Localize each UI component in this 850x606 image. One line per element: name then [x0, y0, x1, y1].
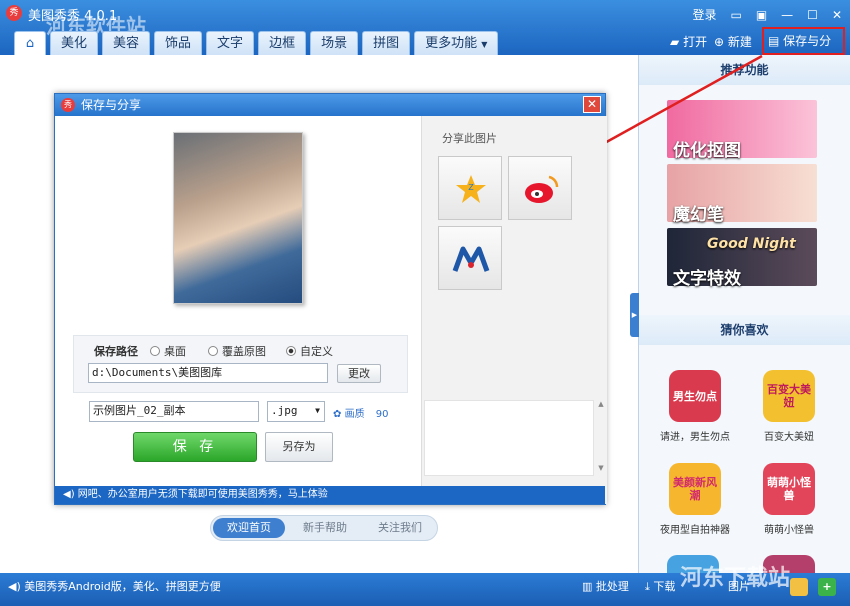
quality-label: 画质	[344, 409, 365, 420]
save-as-button[interactable]: 另存为	[265, 432, 333, 462]
scroll-down-icon: ▼	[598, 464, 604, 472]
dialog-titlebar: 秀 保存与分享 ✕	[55, 94, 605, 116]
batch-label: 批处理	[595, 580, 629, 593]
dialog-title: 保存与分享	[81, 98, 142, 112]
batch-button[interactable]: ▥ 批处理	[582, 573, 629, 601]
option-custom-label: 自定义	[300, 345, 333, 358]
chevron-down-icon: ▼	[315, 406, 320, 415]
preview-image	[173, 132, 303, 304]
save-path-label: 保存路径	[94, 345, 138, 358]
status-promo-text: 美图秀秀Android版，美化、拼图更方便	[24, 580, 221, 593]
filename-input[interactable]: 示例图片_02_副本	[89, 401, 259, 422]
radio-icon	[208, 346, 218, 356]
option-overwrite[interactable]: 覆盖原图	[208, 343, 266, 359]
status-promo[interactable]: ◀) 美图秀秀Android版，美化、拼图更方便	[8, 573, 221, 601]
nav-welcome[interactable]: 欢迎首页	[213, 518, 285, 538]
dialog-close-button[interactable]: ✕	[583, 96, 601, 113]
share-scrollbar[interactable]: ▲ ▼	[596, 400, 606, 476]
share-title: 分享此图片	[442, 132, 497, 145]
nav-follow[interactable]: 关注我们	[365, 518, 435, 538]
share-qzone-button[interactable]: Z	[438, 156, 502, 220]
option-custom[interactable]: 自定义	[286, 343, 333, 359]
save-path-group: 保存路径 桌面 覆盖原图 自定义 d:\Documents\美图图库 更改	[73, 335, 408, 393]
option-desktop[interactable]: 桌面	[150, 343, 186, 359]
svg-text:Z: Z	[468, 183, 474, 192]
share-app-icon[interactable]	[790, 578, 808, 596]
bottom-nav: 欢迎首页 新手帮助 关注我们	[210, 515, 438, 541]
watermark-bottom: 河东下载站	[680, 566, 791, 591]
quality-setting[interactable]: ✿ 画质 90	[333, 405, 389, 420]
renren-icon	[452, 246, 490, 272]
nav-help[interactable]: 新手帮助	[291, 518, 359, 538]
add-app-icon[interactable]: +	[818, 578, 836, 596]
speaker-icon: ◀)	[8, 580, 21, 593]
download-label: 下载	[653, 580, 676, 593]
radio-selected-icon	[286, 346, 296, 356]
scroll-up-icon: ▲	[598, 400, 604, 408]
save-button[interactable]: 保 存	[133, 432, 257, 462]
gear-icon: ✿	[333, 409, 342, 420]
save-path-input[interactable]: d:\Documents\美图图库	[88, 363, 328, 383]
dialog-footer-text: 网吧、办公室用户无须下载即可使用美图秀秀，马上体验	[77, 489, 328, 500]
qzone-icon: Z	[456, 175, 486, 203]
change-path-button[interactable]: 更改	[337, 364, 381, 383]
option-desktop-label: 桌面	[164, 345, 186, 358]
download-button[interactable]: ⤓ 下载	[645, 573, 675, 601]
batch-icon: ▥	[582, 580, 593, 593]
format-value: .jpg	[271, 404, 298, 417]
status-bar: ◀) 美图秀秀Android版，美化、拼图更方便 ▥ 批处理 ⤓ 下载 图片 河…	[0, 566, 850, 606]
speaker-icon: ◀)	[63, 489, 75, 500]
save-share-dialog: 秀 保存与分享 ✕ 保存路径 桌面 覆盖原图 自定义 d:\Documents\…	[54, 93, 607, 505]
quality-value: 90	[375, 409, 389, 420]
dialog-footer[interactable]: ◀) 网吧、办公室用户无须下载即可使用美图秀秀，马上体验	[55, 486, 605, 504]
share-text-area[interactable]	[424, 400, 594, 476]
radio-icon	[150, 346, 160, 356]
share-weibo-button[interactable]	[508, 156, 572, 220]
format-select[interactable]: .jpg ▼	[267, 401, 325, 422]
share-renren-button[interactable]	[438, 226, 502, 290]
dialog-logo-icon: 秀	[61, 98, 75, 112]
option-overwrite-label: 覆盖原图	[222, 345, 266, 358]
weibo-icon	[525, 175, 559, 203]
share-panel: 分享此图片 Z ▲ ▼	[421, 116, 607, 504]
download-icon: ⤓	[645, 580, 650, 593]
